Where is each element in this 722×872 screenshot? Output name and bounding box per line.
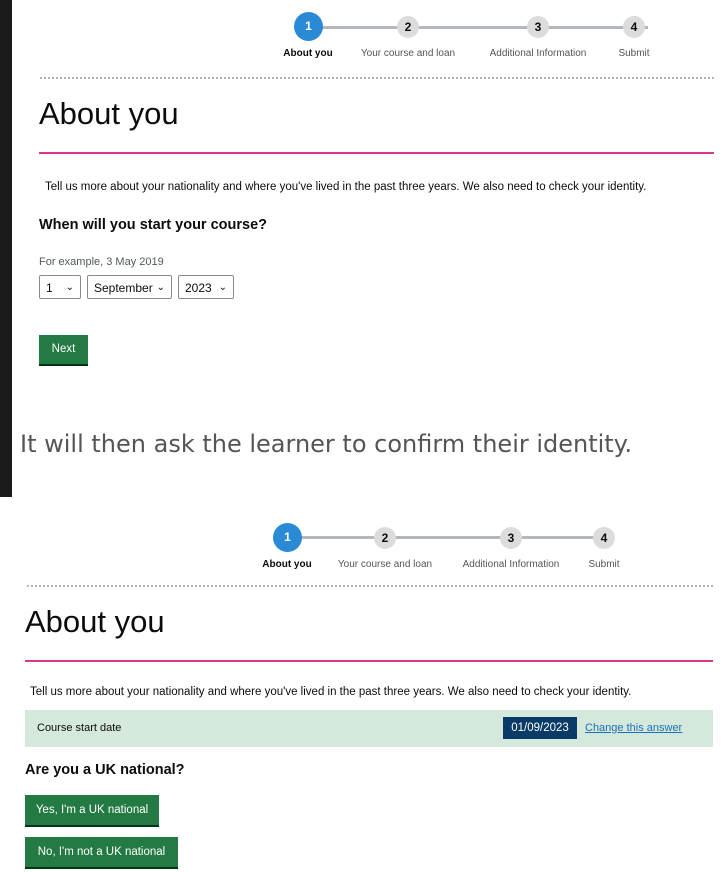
stepper-connector <box>322 26 648 29</box>
next-button[interactable]: Next <box>39 335 88 364</box>
step-1-circle: 1 <box>273 523 302 552</box>
date-hint: For example, 3 May 2019 <box>39 256 164 268</box>
step-4-circle: 4 <box>623 16 645 38</box>
intro-text: Tell us more about your nationality and … <box>30 686 632 698</box>
start-date-question: When will you start your course? <box>39 217 268 233</box>
step-4-label: Submit <box>588 559 620 570</box>
year-select[interactable]: 2023 ⌄ <box>178 275 234 299</box>
step-3-label: Additional Information <box>489 48 587 59</box>
section-divider <box>27 585 713 587</box>
no-uk-national-button[interactable]: No, I'm not a UK national <box>25 837 178 867</box>
section-divider <box>40 77 714 79</box>
step-1-circle: 1 <box>294 12 323 41</box>
chevron-down-icon: ⌄ <box>65 282 74 293</box>
day-select[interactable]: 1 ⌄ <box>39 275 81 299</box>
title-rule <box>39 152 714 154</box>
step-3-label: Additional Information <box>462 559 560 570</box>
answer-summary: Course start date 01/09/2023 Change this… <box>25 710 713 747</box>
step-1-label: About you <box>262 559 312 570</box>
month-select-value: September <box>94 281 153 295</box>
screen-1-frame: 1 About you 2 Your course and loan 3 Add… <box>12 0 722 398</box>
caption-band: It will then ask the learner to confirm … <box>12 398 722 497</box>
screen-2-frame: 1 About you 2 Your course and loan 3 Add… <box>0 497 722 872</box>
step-4-label: Submit <box>618 48 650 59</box>
yes-uk-national-button[interactable]: Yes, I'm a UK national <box>25 795 159 825</box>
day-select-value: 1 <box>46 281 53 295</box>
progress-stepper: 1 About you 2 Your course and loan 3 Add… <box>12 0 722 66</box>
page-title: About you <box>25 604 165 639</box>
caption-text: It will then ask the learner to confirm … <box>20 430 633 458</box>
step-3-circle: 3 <box>527 16 549 38</box>
step-3-circle: 3 <box>500 527 522 549</box>
title-rule <box>25 660 713 662</box>
stepper-connector <box>300 536 612 539</box>
step-2-circle: 2 <box>374 527 396 549</box>
step-4-circle: 4 <box>593 527 615 549</box>
progress-stepper: 1 About you 2 Your course and loan 3 Add… <box>0 497 722 570</box>
page-title: About you <box>39 96 179 131</box>
summary-label: Course start date <box>37 722 122 734</box>
change-answer-link[interactable]: Change this answer <box>585 722 682 734</box>
year-select-value: 2023 <box>185 281 212 295</box>
uk-national-question: Are you a UK national? <box>25 762 185 778</box>
chevron-down-icon: ⌄ <box>218 282 227 293</box>
step-2-circle: 2 <box>397 16 419 38</box>
step-1-label: About you <box>283 48 333 59</box>
intro-text: Tell us more about your nationality and … <box>45 181 647 193</box>
step-2-label: Your course and loan <box>337 559 433 570</box>
step-2-label: Your course and loan <box>360 48 456 59</box>
month-select[interactable]: September ⌄ <box>87 275 172 299</box>
chevron-down-icon: ⌄ <box>156 282 165 293</box>
summary-value: 01/09/2023 <box>503 717 577 739</box>
